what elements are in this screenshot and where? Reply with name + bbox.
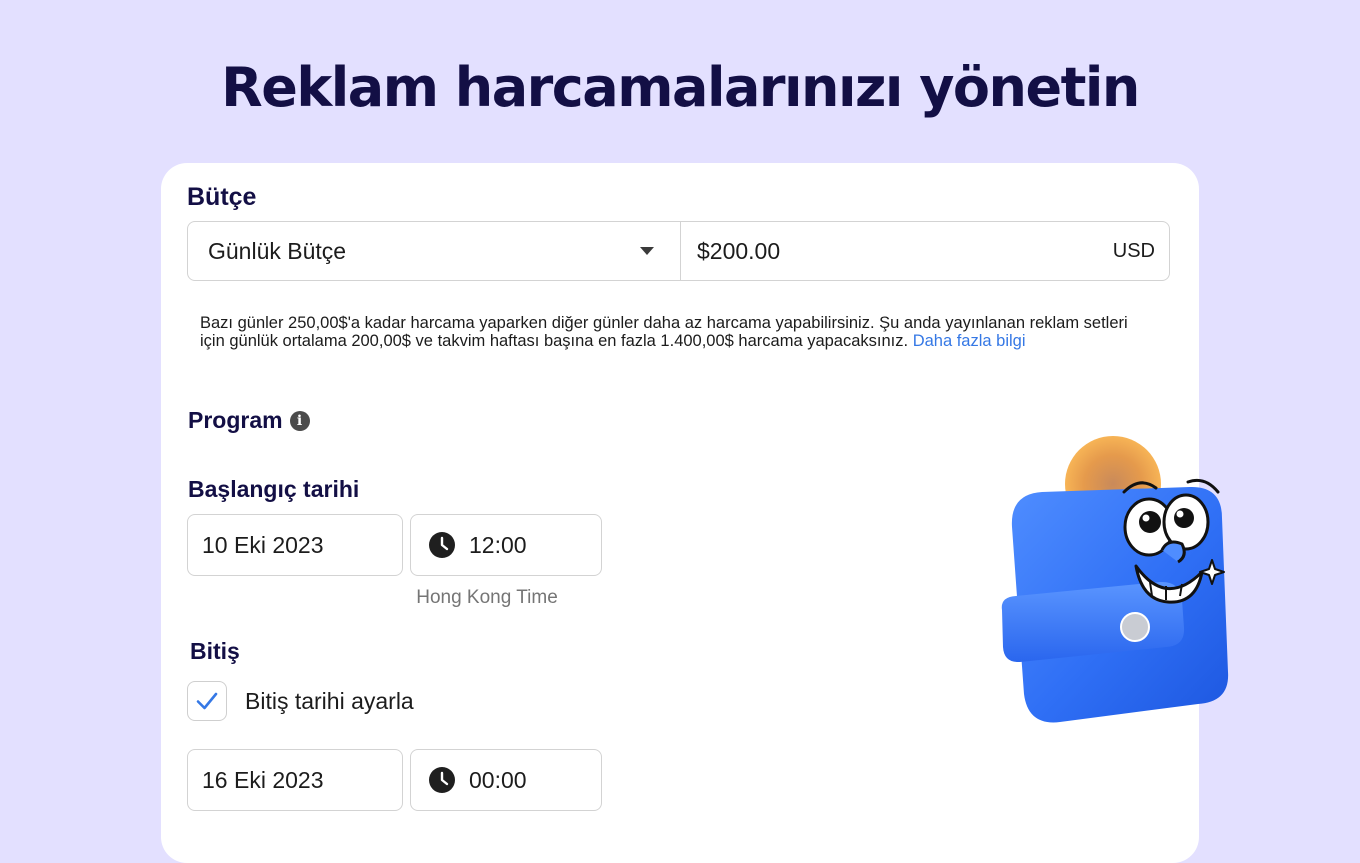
set-end-date-checkbox-row[interactable]: Bitiş tarihi ayarla: [187, 681, 414, 721]
set-end-date-checkbox[interactable]: [187, 681, 227, 721]
budget-amount-field[interactable]: $200.00 USD: [681, 222, 1169, 280]
budget-help-text: Bazı günler 250,00$'a kadar harcama yapa…: [200, 314, 1140, 350]
wallet-mascot-illustration: [1001, 436, 1229, 723]
check-icon: [196, 692, 218, 710]
learn-more-link[interactable]: Daha fazla bilgi: [913, 332, 1026, 350]
caret-down-icon: [640, 247, 654, 255]
start-time-value: 12:00: [469, 531, 527, 558]
page-title: Reklam harcamalarınızı yönetin: [221, 56, 1140, 119]
timezone-label: Hong Kong Time: [416, 587, 558, 608]
budget-type-value: Günlük Bütçe: [208, 237, 347, 264]
budget-type-dropdown[interactable]: Günlük Bütçe: [188, 222, 681, 280]
start-date-field[interactable]: 10 Eki 2023: [187, 514, 403, 576]
currency-label: USD: [1112, 239, 1155, 262]
budget-amount-value: $200.00: [697, 237, 781, 264]
clock-icon: [429, 532, 455, 558]
start-date-label: Başlangıç tarihi: [188, 476, 360, 502]
program-label: Program: [188, 407, 283, 433]
end-time-field[interactable]: 00:00: [410, 749, 602, 811]
info-icon[interactable]: i: [289, 410, 310, 431]
end-time-value: 00:00: [469, 766, 527, 793]
start-time-field[interactable]: 12:00: [410, 514, 602, 576]
budget-input-group: Günlük Bütçe $200.00 USD: [187, 221, 1170, 281]
set-end-date-label: Bitiş tarihi ayarla: [245, 687, 414, 714]
program-header: Program i: [188, 407, 310, 434]
clock-icon: [429, 767, 455, 793]
end-section-label: Bitiş: [190, 638, 240, 664]
budget-section-label: Bütçe: [187, 183, 257, 211]
end-date-field[interactable]: 16 Eki 2023: [187, 749, 403, 811]
